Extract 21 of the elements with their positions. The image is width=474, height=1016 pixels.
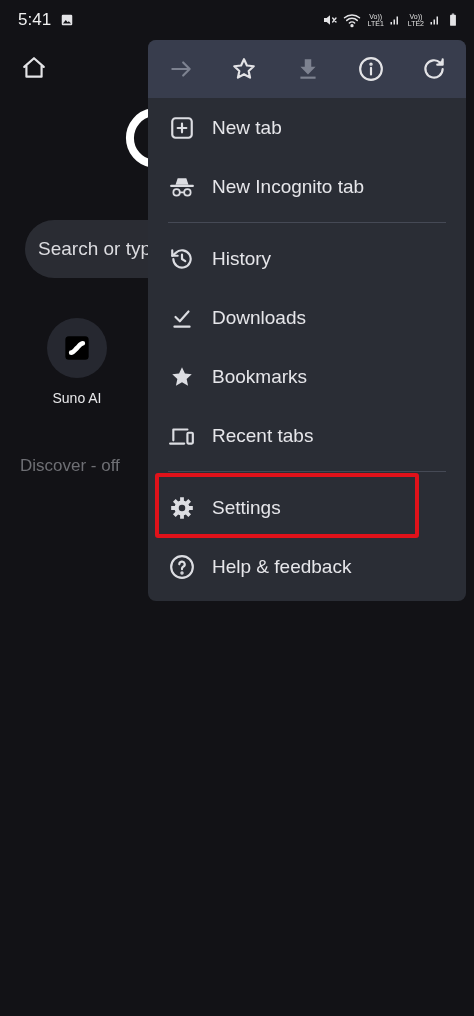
wave-icon [63,334,91,362]
wifi-icon [342,11,361,29]
home-icon[interactable] [21,55,47,81]
menu-item[interactable]: Recent tabs [148,406,466,465]
plus-square-icon [169,114,195,141]
shortcut-label: Suno AI [52,390,102,406]
menu-item[interactable]: New Incognito tab [148,157,466,216]
settings-icon [169,494,195,521]
star-icon[interactable] [231,56,258,82]
clock-time: 5:41 [18,10,52,30]
discover-status: Discover - off [20,456,121,476]
help-icon [169,553,195,580]
menu-item[interactable]: New tab [148,98,466,157]
menu-item[interactable]: Bookmarks [148,347,466,406]
menu-item[interactable]: Downloads [148,288,466,347]
menu-item[interactable]: Settings [148,478,466,537]
image-icon [60,13,75,27]
menu-item[interactable]: History [148,229,466,288]
refresh-icon[interactable] [421,56,447,82]
menu-item[interactable]: Help & feedback [148,537,466,596]
info-icon[interactable] [357,56,384,82]
